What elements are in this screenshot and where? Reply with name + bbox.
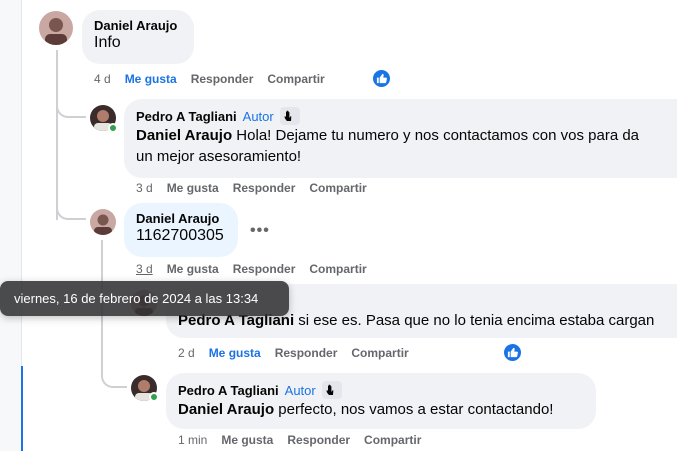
comment-actions-4: 2 d Me gusta Responder Compartir — [178, 346, 409, 360]
comment-text: 1162700305 — [136, 227, 224, 244]
comment-bubble-1: Daniel Araujo Info — [82, 10, 194, 64]
left-gutter — [0, 0, 22, 451]
reply-button[interactable]: Responder — [287, 433, 350, 447]
reply-button[interactable]: Responder — [191, 72, 254, 86]
reply-button[interactable]: Responder — [275, 346, 338, 360]
comment-bubble-5: Pedro A Tagliani Autor Daniel Araujo per… — [166, 373, 596, 429]
thread-connector-2 — [56, 200, 86, 220]
share-button[interactable]: Compartir — [364, 433, 421, 447]
share-button[interactable]: Compartir — [309, 262, 366, 276]
author-badge: Autor — [284, 382, 316, 398]
comment-time[interactable]: 3 d — [136, 181, 153, 195]
reply-button[interactable]: Responder — [233, 181, 296, 195]
thumbs-up-icon[interactable] — [503, 343, 522, 362]
author-badge: Autor — [242, 108, 274, 124]
wave-hand-icon — [279, 107, 300, 125]
share-button[interactable]: Compartir — [309, 181, 366, 195]
comment-author[interactable]: Daniel Araujo — [136, 211, 226, 226]
avatar-daniel[interactable] — [39, 11, 73, 45]
comment-author[interactable]: Daniel Araujo — [94, 18, 182, 33]
comment-text: Info — [94, 34, 121, 51]
comment-actions-2: 3 d Me gusta Responder Compartir — [136, 181, 367, 195]
comment-actions-1: 4 d Me gusta Responder Compartir — [94, 72, 325, 86]
comment-actions-3: 3 d Me gusta Responder Compartir — [136, 262, 367, 276]
comment-actions-5: 1 min Me gusta Responder Compartir — [178, 433, 421, 447]
comment-text: Hola! Dejame tu numero y nos contactamos… — [232, 127, 640, 144]
online-status — [149, 392, 159, 402]
comment-mention[interactable]: Daniel Araujo — [136, 127, 232, 144]
avatar-daniel[interactable] — [90, 209, 116, 235]
comment-author[interactable]: Pedro A Tagliani — [178, 383, 279, 398]
thread-connector-1 — [56, 98, 86, 118]
active-indicator — [21, 366, 23, 451]
thread-connector-3 — [101, 366, 127, 388]
comment-time[interactable]: 3 d — [136, 262, 153, 276]
comment-author[interactable]: Pedro A Tagliani — [136, 109, 237, 124]
online-status — [108, 123, 118, 133]
like-button[interactable]: Me gusta — [167, 181, 219, 195]
comment-time[interactable]: 4 d — [94, 72, 111, 86]
share-button[interactable]: Compartir — [267, 72, 324, 86]
like-button[interactable]: Me gusta — [221, 433, 273, 447]
comment-text-line-2: un mejor asesoramiento! — [136, 148, 302, 165]
comment-mention[interactable]: Daniel Araujo — [178, 401, 274, 418]
comment-text: perfecto, nos vamos a estar contactando! — [274, 401, 554, 418]
timestamp-tooltip: viernes, 16 de febrero de 2024 a las 13:… — [0, 281, 289, 316]
comment-time[interactable]: 2 d — [178, 346, 195, 360]
comment-text: si ese es. Pasa que no lo tenia encima e… — [294, 312, 655, 329]
wave-hand-icon — [321, 381, 342, 399]
reply-button[interactable]: Responder — [233, 262, 296, 276]
like-button[interactable]: Me gusta — [125, 72, 177, 86]
comment-bubble-2: Pedro A Tagliani Autor Daniel Araujo Hol… — [124, 99, 677, 178]
thumbs-up-icon[interactable] — [372, 69, 391, 88]
share-button[interactable]: Compartir — [351, 346, 408, 360]
like-button[interactable]: Me gusta — [209, 346, 261, 360]
more-dots-icon[interactable]: ••• — [250, 222, 270, 240]
like-button[interactable]: Me gusta — [167, 262, 219, 276]
comment-time[interactable]: 1 min — [178, 433, 207, 447]
thread-line-main — [56, 50, 58, 220]
comment-bubble-3: Daniel Araujo 1162700305 — [124, 203, 238, 257]
